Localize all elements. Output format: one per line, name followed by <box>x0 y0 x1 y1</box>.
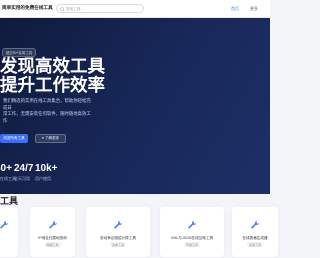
tool-card-title: 劳动争议赔偿计算工具 <box>100 236 136 240</box>
stat-value-availability: 24/7 <box>14 163 34 174</box>
nav-home-link[interactable]: 首页 <box>231 6 239 12</box>
tool-card-title: IP地址归属地查询 <box>38 236 67 240</box>
tool-card-tag: 开发工具 <box>183 242 201 247</box>
wrench-icon <box>0 220 9 229</box>
hero-banner: 超过50+实用工具 发现高效工具 提升工作效率 我们精选的实用在线工具集合，帮助… <box>0 18 270 194</box>
learn-more-label: 了解更多 <box>44 136 60 140</box>
tool-card[interactable] <box>0 207 18 257</box>
play-icon: ● <box>41 136 44 140</box>
site-title[interactable]: 简单实用的免费在线工具 <box>2 5 53 11</box>
search-input[interactable] <box>66 5 142 12</box>
tool-card[interactable]: IP地址归属地查询 网络工具 <box>30 207 75 257</box>
wrench-icon <box>188 220 196 229</box>
top-header: 简单实用的免费在线工具 首页 更多 <box>0 0 270 18</box>
wrench-icon <box>48 220 57 229</box>
hero-title-line2: 提升工作效率 <box>0 75 105 95</box>
hero-title-line1: 发现高效工具 <box>0 56 105 76</box>
stat-value-users: 10k+ <box>35 163 58 174</box>
hero-description: 我们精选的实用在线工具集合，帮助你轻松完成日 常工作，无需安装任何软件，随时随地… <box>3 98 95 124</box>
hero-desc-line1: 我们精选的实用在线工具集合，帮助你轻松完成日 <box>3 98 91 110</box>
stat-label-users: 用户使用 <box>35 176 51 181</box>
tool-card[interactable]: XML与JSON在线互转工具 开发工具 <box>160 207 224 257</box>
nav-more-link[interactable]: 更多 <box>250 6 258 12</box>
search-icon <box>60 6 65 12</box>
learn-more-button[interactable]: ● 了解更多 <box>35 134 66 143</box>
tool-card-tag: 法律工具 <box>109 242 127 247</box>
stat-label-availability: 全天可用 <box>14 176 30 181</box>
tool-card-title: 在线表格生成器 <box>242 236 268 240</box>
hero-desc-line2: 常工作，无需安装任何软件，随时随地高效工作 <box>3 111 91 123</box>
tool-card[interactable]: 在线表格生成器 实用工具 <box>232 207 278 257</box>
tool-card-title: XML与JSON在线互转工具 <box>170 236 214 240</box>
wrench-icon <box>251 220 259 229</box>
browse-all-tools-button[interactable]: 浏览所有工具 <box>0 134 28 143</box>
section-title: 工具 <box>0 196 19 206</box>
tools-section: 工具 IP地址归属地查询 网络工具 劳动争议赔偿计算工具 法律工具 XML与JS… <box>0 194 278 258</box>
tool-card-tag: 网络工具 <box>44 242 61 247</box>
tool-card-tag: 实用工具 <box>246 242 264 247</box>
wrench-icon <box>114 220 122 229</box>
stat-value-tools: 50+ <box>0 163 12 174</box>
tool-card[interactable]: 劳动争议赔偿计算工具 法律工具 <box>86 207 150 257</box>
hero-title: 发现高效工具 提升工作效率 <box>0 57 105 95</box>
search-box[interactable] <box>56 4 144 13</box>
